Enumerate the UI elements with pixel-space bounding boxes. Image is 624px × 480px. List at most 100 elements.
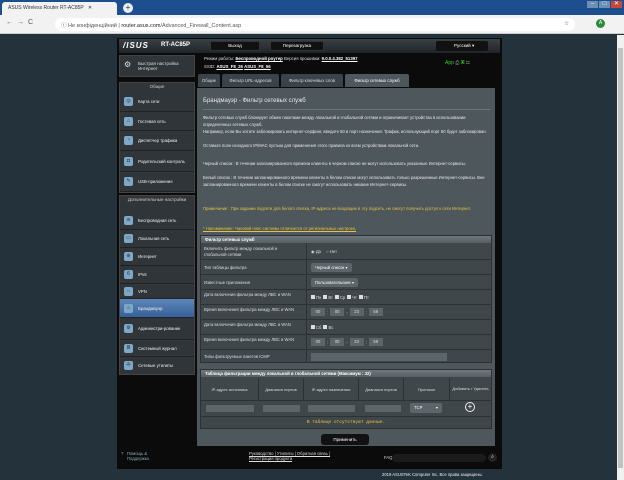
add-rule-icon[interactable]: +	[465, 402, 475, 412]
sidebar-item-traffic-manager[interactable]: ◔ Диспетчер трафика	[120, 131, 194, 151]
checkbox-fri[interactable]: Пт	[358, 295, 369, 300]
end-minute-input[interactable]: 59	[368, 308, 383, 316]
avatar[interactable]: A	[596, 19, 605, 28]
column-destination-ip: IP-адрес назначения	[304, 378, 359, 400]
sidebar-item-network-tools[interactable]: ✇ Сетевые утилиты	[120, 357, 194, 374]
end-hour-input[interactable]: 23	[349, 338, 364, 346]
icmp-input[interactable]	[311, 352, 447, 361]
forward-icon[interactable]: →	[17, 19, 28, 26]
checkbox-wed[interactable]: Ср	[334, 295, 345, 300]
description-3: Оставьте поле исходного IP/MAC пустым дл…	[203, 143, 420, 148]
maximize-icon[interactable]: □	[599, 1, 610, 8]
model-name: RT-AC85P	[161, 42, 191, 48]
operation-mode: Режим работы: Беспроводной роутер Версия…	[204, 56, 358, 61]
start-minute-input[interactable]: 00	[330, 338, 345, 346]
sidebar-item-vpn[interactable]: ⇔ VPN	[120, 284, 194, 299]
divider	[203, 109, 491, 110]
sidebar-item-guest-network[interactable]: ⌂ Гостевая сеть	[120, 112, 194, 131]
known-apps-select[interactable]: Пользовательские ▾	[311, 277, 359, 287]
radio-no[interactable]: ○ Нет	[326, 249, 337, 254]
checkbox-sun[interactable]: Вс	[323, 325, 333, 330]
sidebar-item-network-map[interactable]: ◎ Карта сети	[120, 92, 194, 112]
sidebar-item-lan[interactable]: ▭ Локальная сеть	[120, 230, 194, 248]
destination-ip-input[interactable]	[307, 404, 356, 413]
log-icon: ≣	[124, 343, 133, 353]
language-select[interactable]: Русский ▾	[436, 41, 488, 51]
reboot-button[interactable]: Перезагрузка	[270, 41, 324, 51]
guest-network-icon: ⌂	[124, 116, 133, 126]
close-window-icon[interactable]: ✕	[611, 1, 622, 8]
sidebar-item-wireless[interactable]: ≋ Беспроводная сеть	[120, 211, 194, 230]
apply-button[interactable]: Применить	[321, 434, 369, 445]
minimize-icon[interactable]: –	[587, 1, 598, 8]
start-hour-input[interactable]: 00	[311, 338, 325, 346]
wizard-icon: ⚙	[124, 60, 132, 69]
back-icon[interactable]: ←	[6, 19, 17, 26]
sidebar-item-usb-app[interactable]: ✎ USB-приложение	[120, 172, 194, 192]
sidebar-item-parental-control[interactable]: ◘ Родительский контроль	[120, 151, 194, 172]
tab-keyword-filter[interactable]: Фильтр ключевых слов	[281, 74, 343, 87]
asus-logo: /ISUS	[123, 41, 149, 50]
sidebar-item-internet[interactable]: ⊕ Интернет	[120, 248, 194, 266]
network-icon[interactable]: ▣	[461, 60, 465, 66]
column-source-ip: IP-адрес источника	[201, 378, 259, 400]
whitelist-description: Белый список : В течении запланированног…	[203, 175, 485, 187]
sidebar-item-ipv6[interactable]: 6 IPv6	[120, 266, 194, 284]
source-ip-input[interactable]	[205, 404, 255, 413]
timezone-reminder-link[interactable]: * Напоминание: Часовой пояс системы отли…	[203, 226, 491, 233]
checkbox-mon[interactable]: Пн	[311, 295, 321, 300]
radio-yes[interactable]: ◉ Да	[311, 249, 321, 254]
printer-icon[interactable]: ⎙	[455, 60, 459, 66]
faq-search-input[interactable]	[392, 454, 486, 462]
description-2: Например, если Вы хотите заблокировать и…	[203, 129, 487, 134]
end-hour-input[interactable]: 23	[349, 308, 364, 316]
protocol-select[interactable]: TCP ▾	[410, 403, 442, 413]
description-1: Фильтр сетевых служб блокирует обмен пак…	[203, 115, 466, 127]
app-icon[interactable]: App	[445, 60, 454, 66]
checkbox-thu[interactable]: Чт	[347, 295, 357, 300]
empty-table-message: В таблице отсутствуют данные.	[306, 420, 386, 425]
start-hour-input[interactable]: 00	[311, 308, 325, 316]
vpn-icon: ⇔	[124, 286, 133, 296]
footer-links[interactable]: Руководство | Утилиты | Обратная связь |…	[249, 451, 339, 461]
column-add-delete: Добавить / Удалить	[452, 386, 489, 391]
sidebar-item-administration[interactable]: ⚙ Администри-рование	[120, 318, 194, 340]
usb-icon[interactable]: ⇆	[466, 60, 470, 66]
sidebar-item-system-log[interactable]: ≣ Системный журнал	[120, 340, 194, 357]
globe-icon: ⊕	[124, 252, 133, 261]
firewall-icon: ♨	[124, 303, 133, 313]
table-type-select[interactable]: Черный список ▾	[311, 262, 352, 272]
page-title: Брандмауэр - Фильтр сетевых служб	[203, 98, 306, 104]
tools-icon: ✇	[124, 361, 133, 370]
end-minute-input[interactable]: 59	[368, 338, 383, 346]
help-icon: ?	[121, 451, 124, 456]
column-protocol: Протокол	[404, 378, 450, 400]
reload-icon[interactable]: C	[28, 19, 37, 26]
checkbox-sat[interactable]: Сб	[311, 325, 321, 330]
close-tab-icon[interactable]: ✕	[85, 5, 92, 11]
ssid-info: SSID: ASUS_F8_26 ASUS_F8_56	[204, 64, 271, 69]
browser-tab[interactable]: ASUS Wireless Router RT-AC85P ✕	[2, 2, 117, 15]
network-map-icon: ◎	[124, 97, 133, 106]
search-icon[interactable]: ⌕	[488, 453, 497, 462]
divider	[201, 400, 491, 401]
checkbox-tue[interactable]: Вт	[323, 295, 333, 300]
start-minute-input[interactable]: 00	[330, 308, 345, 316]
destination-port-input[interactable]	[364, 404, 402, 413]
tab-general[interactable]: Общие	[198, 74, 220, 87]
weekday-time-row: Время включения фильтра между ЛВС и WAN 0…	[200, 305, 492, 320]
filter-rules-header: Таблица фильтрации между локальной и гло…	[201, 370, 491, 377]
source-port-input[interactable]	[262, 404, 301, 413]
tab-network-services-filter[interactable]: Фильтр сетевых служб	[345, 74, 409, 87]
icmp-row: Типы фильтруемых пакетов ICMP	[200, 350, 492, 363]
quick-setup-button[interactable]: ⚙ Быстрая настройка Интернет	[119, 55, 195, 77]
tab-url-filter[interactable]: Фильтр URL-адресов	[222, 74, 279, 87]
logout-button[interactable]: Выход	[210, 41, 260, 51]
wifi-icon: ≋	[124, 215, 133, 225]
url-field[interactable]: ⓘ Не конфіденційний | router.asus.com/Ad…	[55, 18, 575, 31]
help-support-link[interactable]: ? Помощь & Поддержка	[121, 451, 157, 461]
sidebar-item-firewall[interactable]: ♨ Брандмауэр	[120, 299, 194, 318]
star-icon[interactable]: ☆	[564, 21, 569, 27]
new-tab-button[interactable]: +	[123, 3, 133, 13]
scrollbar-thumb[interactable]	[618, 48, 623, 468]
